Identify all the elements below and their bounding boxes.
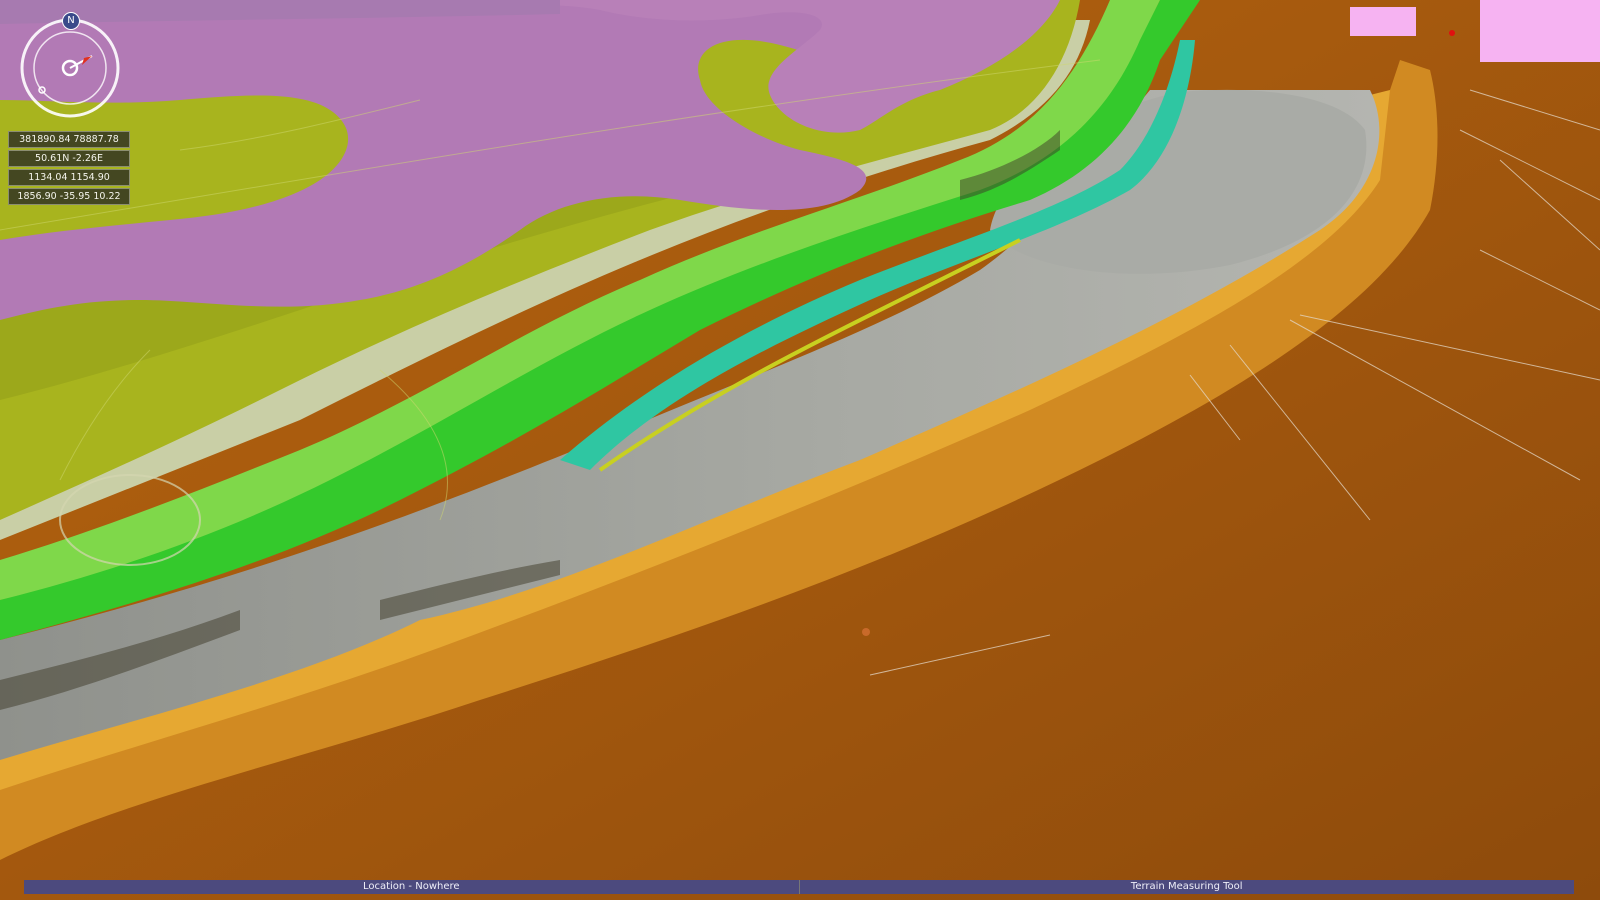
status-tool[interactable]: Terrain Measuring Tool xyxy=(800,880,1575,894)
minimap-marker-icon xyxy=(1449,30,1455,36)
compass-north-badge: N xyxy=(62,12,80,30)
compass-icon xyxy=(20,18,120,118)
coord-lat-lon: 50.61N -2.26E xyxy=(8,150,130,167)
minimap-window[interactable] xyxy=(1449,0,1600,62)
overview-window[interactable] xyxy=(1350,7,1416,36)
coord-local-xy: 1134.04 1154.90 xyxy=(8,169,130,186)
seabed-object xyxy=(862,628,870,636)
status-bar: Location - Nowhere Terrain Measuring Too… xyxy=(24,880,1574,894)
status-location: Location - Nowhere xyxy=(362,881,460,892)
coordinate-readout: 381890.84 78887.78 50.61N -2.26E 1134.04… xyxy=(8,131,130,207)
compass-widget[interactable]: N xyxy=(18,12,122,120)
coord-easting-northing: 381890.84 78887.78 xyxy=(8,131,130,148)
terrain-3d-view[interactable] xyxy=(0,0,1600,900)
coord-camera: 1856.90 -35.95 10.22 xyxy=(8,188,130,205)
